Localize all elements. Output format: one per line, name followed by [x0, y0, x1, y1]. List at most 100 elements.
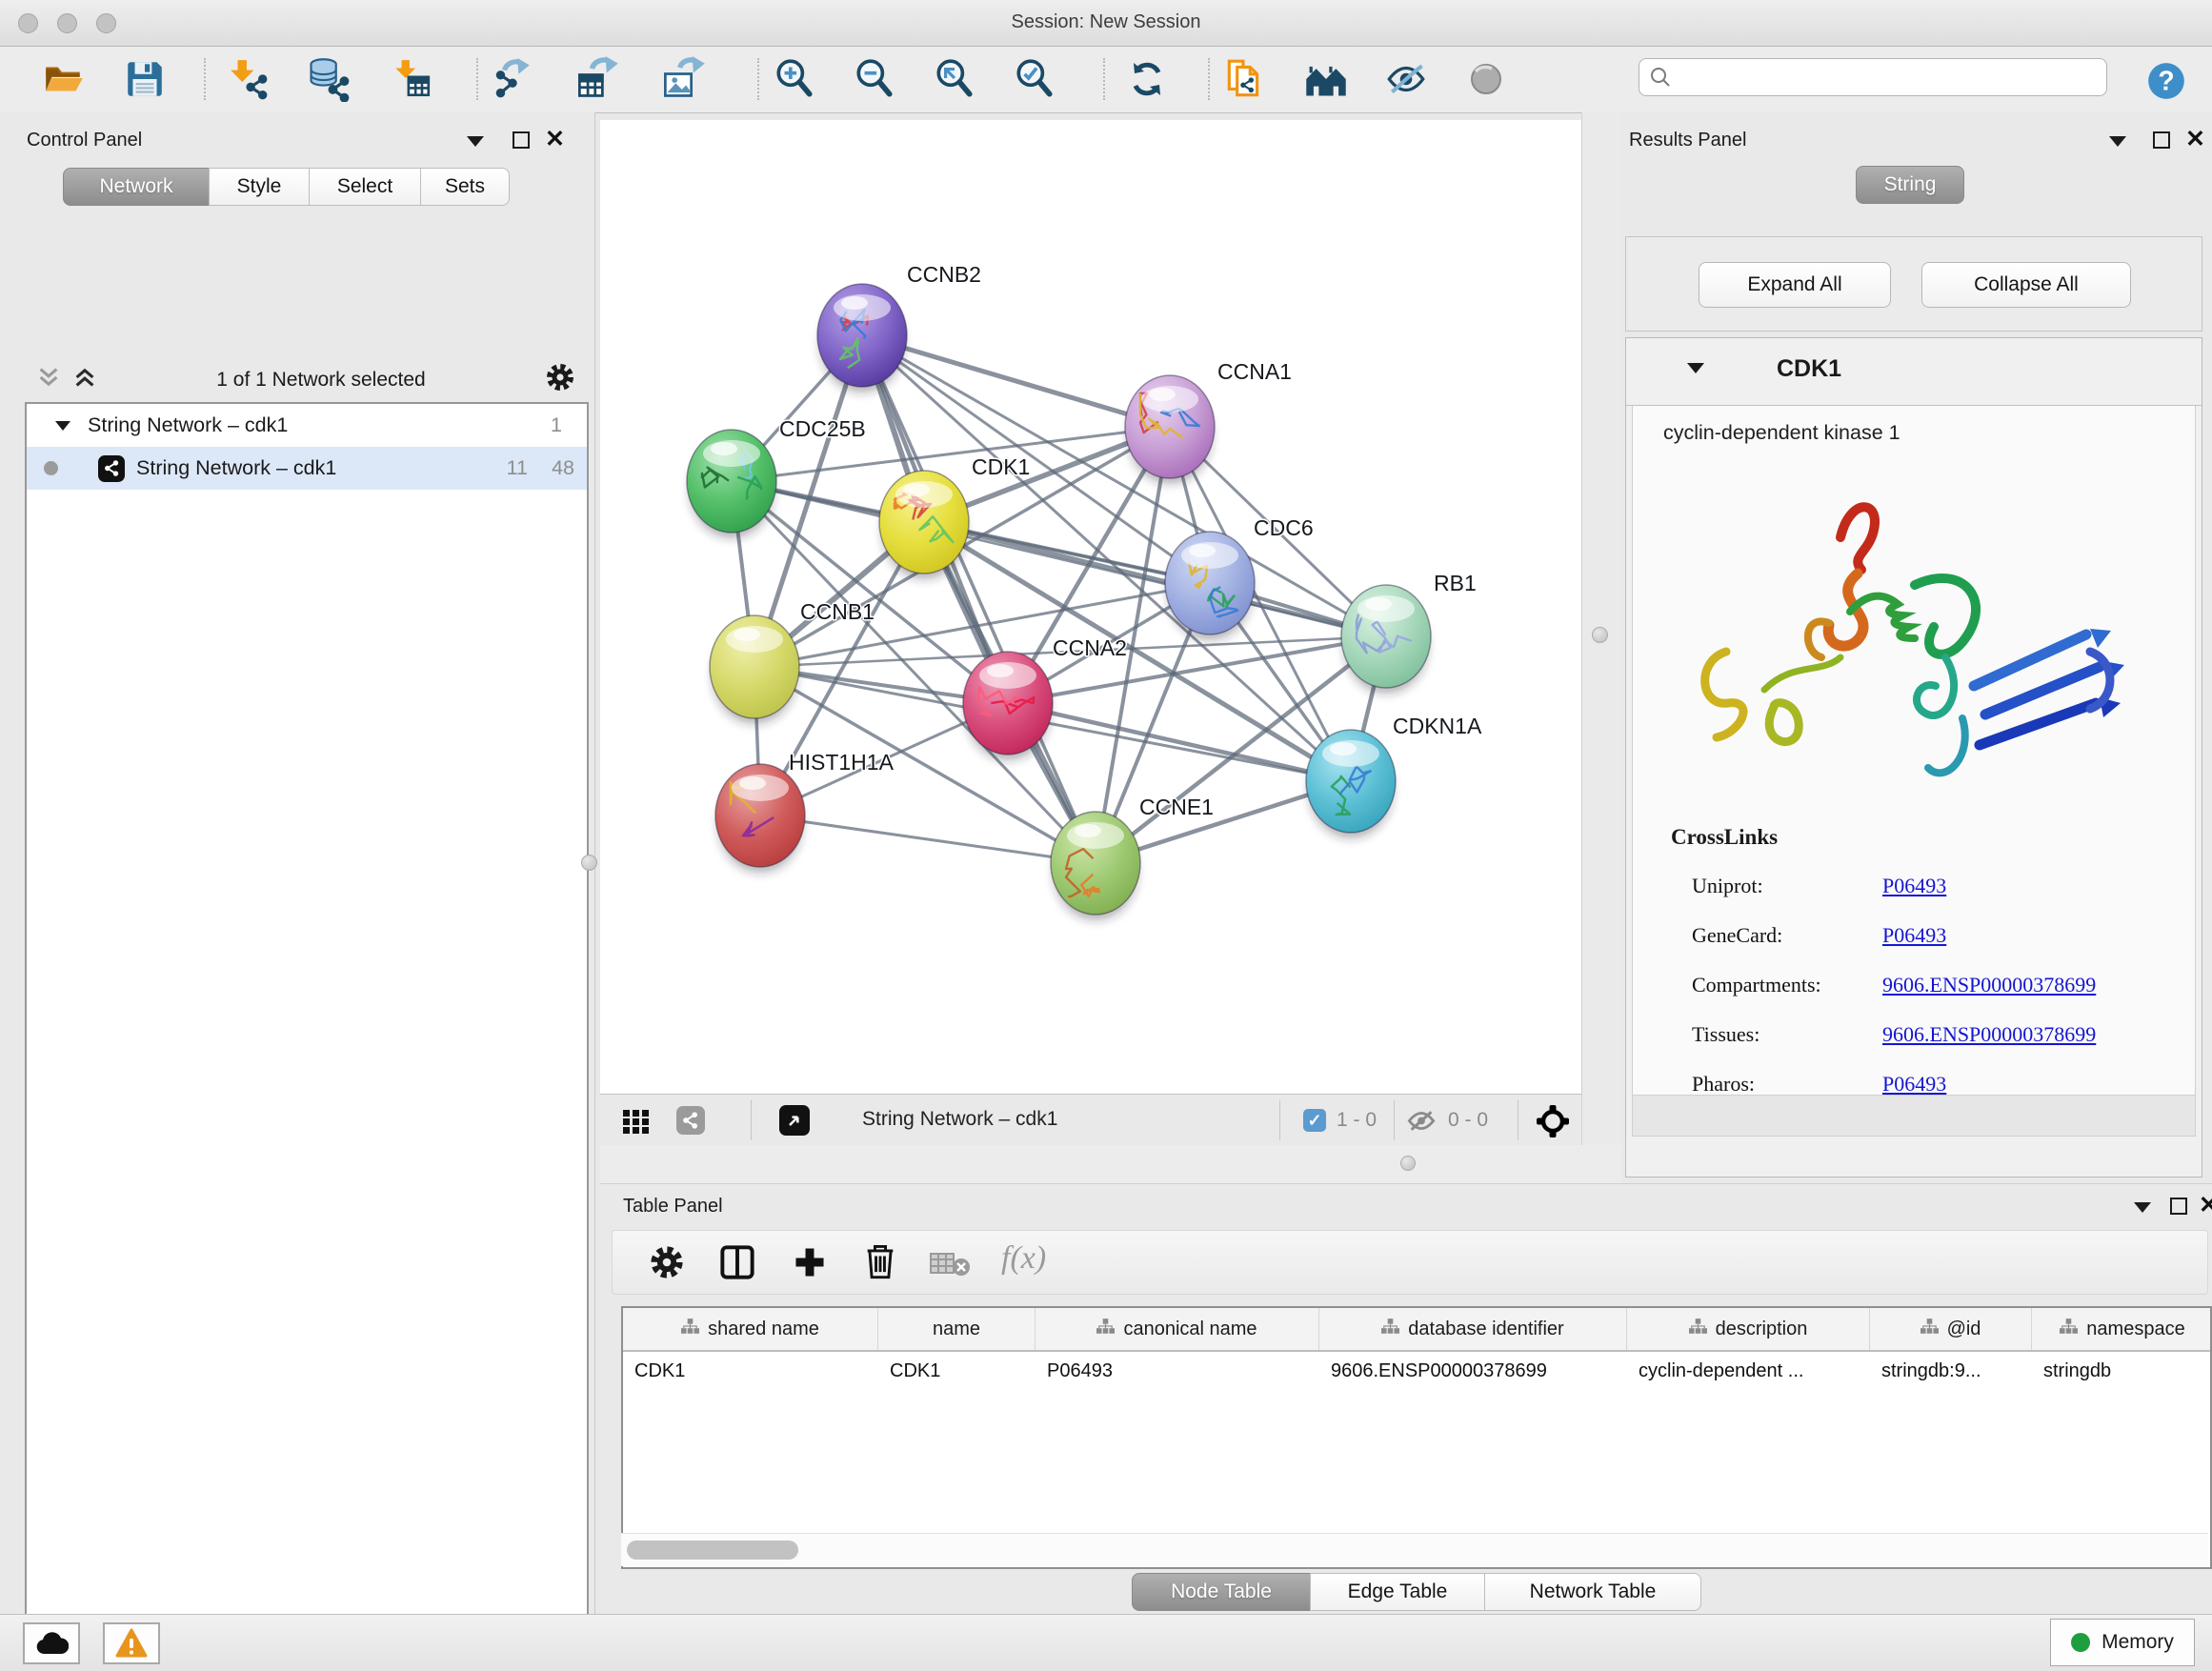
function-builder-icon[interactable]: f(x)	[1001, 1240, 1046, 1277]
zoom-in-icon[interactable]	[770, 54, 819, 104]
import-network-database-icon[interactable]	[303, 54, 352, 104]
delete-table-icon[interactable]	[929, 1250, 971, 1283]
collapse-panel-icon[interactable]	[2109, 136, 2126, 147]
gear-icon[interactable]	[545, 362, 575, 398]
help-icon[interactable]: ?	[2142, 56, 2191, 106]
network-edge[interactable]	[862, 335, 1170, 427]
import-network-file-icon[interactable]	[223, 54, 272, 104]
column-header-description[interactable]: description	[1627, 1308, 1870, 1350]
zoom-selected-icon[interactable]	[1010, 54, 1059, 104]
duplicate-network-icon[interactable]	[1219, 54, 1269, 104]
collapse-all-networks-icon[interactable]	[36, 366, 61, 394]
table-cell[interactable]: stringdb	[2032, 1352, 2212, 1390]
tab-style[interactable]: Style	[209, 168, 310, 206]
network-canvas[interactable]: CCNB2CCNA1CDC25BCDK1CDC6RB1CCNB1CCNA2CDK…	[600, 120, 1581, 1094]
hide-selected-icon[interactable]	[1381, 54, 1431, 104]
zoom-fit-icon[interactable]	[930, 54, 979, 104]
column-header-shared-name[interactable]: shared name	[623, 1308, 878, 1350]
float-panel-icon[interactable]	[513, 131, 530, 149]
birds-eye-view-icon[interactable]	[779, 1105, 810, 1136]
float-panel-icon[interactable]	[2153, 131, 2170, 149]
table-row[interactable]: CDK1CDK1P064939606.ENSP00000378699cyclin…	[623, 1352, 2210, 1390]
export-table-icon[interactable]	[573, 54, 623, 104]
network-edge[interactable]	[760, 815, 1096, 863]
crosslink-link[interactable]: 9606.ENSP00000378699	[1882, 973, 2096, 997]
network-node[interactable]: RB1	[1341, 571, 1477, 694]
network-node[interactable]: HIST1H1A	[715, 750, 895, 873]
status-bar: Memory	[0, 1614, 2212, 1671]
open-session-icon[interactable]	[39, 54, 89, 104]
delete-column-icon[interactable]	[862, 1242, 898, 1285]
entry-expander-icon[interactable]	[1687, 363, 1704, 373]
expander-icon[interactable]	[55, 421, 70, 431]
warning-button[interactable]	[103, 1622, 160, 1664]
import-table-icon[interactable]	[387, 54, 436, 104]
tab-sets[interactable]: Sets	[420, 168, 510, 206]
fit-selected-target-icon[interactable]	[1536, 1104, 1570, 1143]
close-panel-icon[interactable]: ✕	[545, 130, 565, 149]
close-panel-icon[interactable]: ✕	[2185, 130, 2205, 149]
panel-divider-handle[interactable]	[1400, 1156, 1416, 1171]
crosslink-link[interactable]: P06493	[1882, 1072, 1946, 1097]
table-cell[interactable]: stringdb:9...	[1870, 1352, 2032, 1390]
search-input[interactable]	[1672, 66, 2106, 90]
network-edge[interactable]	[862, 335, 1096, 863]
network-node[interactable]: CDC25B	[687, 416, 866, 538]
network-collection-row[interactable]: String Network – cdk1 1	[27, 404, 587, 447]
grid-view-icon[interactable]	[621, 1106, 652, 1141]
entry-footer	[1633, 1095, 2195, 1136]
collapse-panel-icon[interactable]	[2134, 1202, 2151, 1213]
cloud-button[interactable]	[23, 1622, 80, 1664]
tab-node-table[interactable]: Node Table	[1132, 1573, 1311, 1611]
network-node[interactable]: CDKN1A	[1306, 714, 1482, 838]
collapse-all-button[interactable]: Collapse All	[1921, 262, 2131, 308]
gear-icon[interactable]	[649, 1244, 685, 1285]
tab-network-table[interactable]: Network Table	[1484, 1573, 1701, 1611]
network-node[interactable]: CCNB2	[817, 262, 981, 393]
crosslink-link[interactable]: P06493	[1882, 874, 1946, 898]
selected-checkbox-icon[interactable]: ✓	[1303, 1109, 1326, 1132]
table-cell[interactable]: 9606.ENSP00000378699	[1319, 1352, 1627, 1390]
panel-divider-handle[interactable]	[1592, 627, 1608, 643]
column-header-namespace[interactable]: namespace	[2032, 1308, 2212, 1350]
column-header--id[interactable]: @id	[1870, 1308, 2032, 1350]
scrollbar-thumb[interactable]	[627, 1540, 798, 1560]
expand-all-networks-icon[interactable]	[72, 366, 97, 394]
network-row-selected[interactable]: String Network – cdk1 11 48	[27, 447, 587, 490]
entry-header[interactable]: CDK1	[1626, 338, 2202, 406]
column-header-name[interactable]: name	[878, 1308, 1036, 1350]
table-cell[interactable]: CDK1	[623, 1352, 878, 1390]
table-cell[interactable]: P06493	[1036, 1352, 1319, 1390]
memory-button[interactable]: Memory	[2050, 1619, 2195, 1666]
close-panel-icon[interactable]: ✕	[2199, 1196, 2212, 1215]
save-session-icon[interactable]	[120, 54, 170, 104]
zoom-out-icon[interactable]	[850, 54, 899, 104]
collapse-panel-icon[interactable]	[467, 136, 484, 147]
tab-string[interactable]: String	[1856, 166, 1964, 204]
tab-network[interactable]: Network	[63, 168, 210, 206]
apply-layout-icon[interactable]	[1122, 54, 1172, 104]
network-style-icon[interactable]	[676, 1106, 705, 1135]
first-neighbors-icon[interactable]	[1301, 54, 1351, 104]
add-column-icon[interactable]	[792, 1244, 828, 1285]
show-all-icon[interactable]	[1461, 54, 1511, 104]
table-cell[interactable]: cyclin-dependent ...	[1627, 1352, 1870, 1390]
column-header-database-identifier[interactable]: database identifier	[1319, 1308, 1627, 1350]
network-node[interactable]: CDC6	[1165, 515, 1314, 640]
expand-all-button[interactable]: Expand All	[1699, 262, 1891, 308]
crosslink-link[interactable]: P06493	[1882, 923, 1946, 948]
column-header-canonical-name[interactable]: canonical name	[1036, 1308, 1319, 1350]
network-edge[interactable]	[924, 522, 1386, 636]
crosslink-link[interactable]: 9606.ENSP00000378699	[1882, 1022, 2096, 1047]
export-image-icon[interactable]	[659, 54, 709, 104]
columns-icon[interactable]	[719, 1244, 755, 1285]
export-network-icon[interactable]	[488, 54, 537, 104]
tab-edge-table[interactable]: Edge Table	[1310, 1573, 1485, 1611]
panel-divider-handle[interactable]	[581, 855, 597, 871]
network-node[interactable]: CDK1	[879, 454, 1030, 579]
table-hscrollbar[interactable]	[621, 1533, 2208, 1566]
tab-select[interactable]: Select	[309, 168, 421, 206]
network-edge[interactable]	[1008, 703, 1351, 781]
float-panel-icon[interactable]	[2170, 1198, 2187, 1215]
table-cell[interactable]: CDK1	[878, 1352, 1036, 1390]
